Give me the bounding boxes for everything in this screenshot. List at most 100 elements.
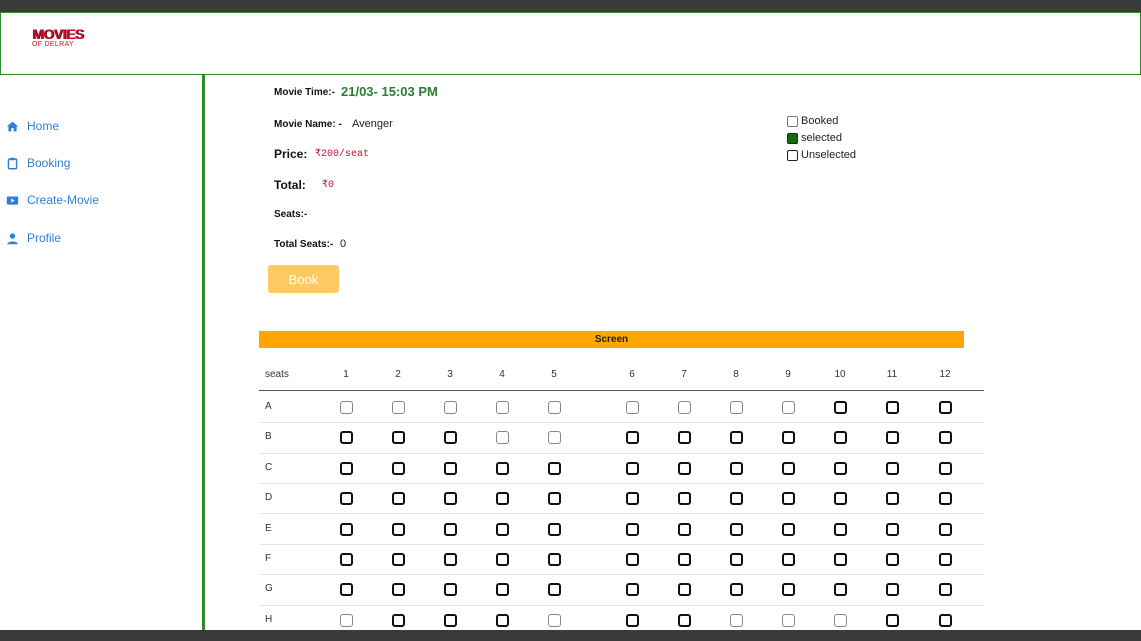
seat-checkbox-booked xyxy=(548,614,561,627)
seat-checkbox[interactable] xyxy=(782,523,795,536)
movie-time-label: Movie Time:- xyxy=(274,87,335,98)
seat-checkbox[interactable] xyxy=(678,462,691,475)
seat-checkbox[interactable] xyxy=(678,583,691,596)
seat-checkbox[interactable] xyxy=(782,583,795,596)
seat-checkbox[interactable] xyxy=(626,583,639,596)
seat-checkbox[interactable] xyxy=(678,553,691,566)
seats-column-header: seats xyxy=(265,369,289,380)
sidebar-item-label: Profile xyxy=(27,231,62,245)
seat-checkbox[interactable] xyxy=(444,553,457,566)
seat-checkbox[interactable] xyxy=(886,462,899,475)
seat-checkbox[interactable] xyxy=(939,523,952,536)
seat-checkbox-booked xyxy=(626,401,639,414)
seat-checkbox[interactable] xyxy=(834,492,847,505)
seat-checkbox[interactable] xyxy=(392,553,405,566)
seat-checkbox[interactable] xyxy=(626,523,639,536)
seat-checkbox[interactable] xyxy=(444,492,457,505)
seat-checkbox[interactable] xyxy=(496,492,509,505)
seat-checkbox[interactable] xyxy=(939,401,952,414)
seat-checkbox[interactable] xyxy=(678,614,691,627)
legend-booked-swatch xyxy=(787,115,798,127)
seat-checkbox[interactable] xyxy=(496,462,509,475)
seat-checkbox[interactable] xyxy=(886,431,899,444)
seat-checkbox[interactable] xyxy=(782,553,795,566)
seat-checkbox[interactable] xyxy=(444,523,457,536)
seat-checkbox[interactable] xyxy=(626,462,639,475)
seat-checkbox[interactable] xyxy=(444,614,457,627)
seat-checkbox[interactable] xyxy=(548,523,561,536)
seat-checkbox[interactable] xyxy=(834,523,847,536)
seat-checkbox[interactable] xyxy=(340,431,353,444)
seat-checkbox[interactable] xyxy=(444,431,457,444)
seat-checkbox[interactable] xyxy=(939,492,952,505)
seat-checkbox[interactable] xyxy=(626,492,639,505)
seat-checkbox[interactable] xyxy=(496,523,509,536)
seat-checkbox[interactable] xyxy=(886,401,899,414)
movie-time-value: 21/03- 15:03 PM xyxy=(341,84,438,99)
seat-checkbox[interactable] xyxy=(626,431,639,444)
seat-checkbox[interactable] xyxy=(886,583,899,596)
seat-checkbox[interactable] xyxy=(939,583,952,596)
seat-checkbox[interactable] xyxy=(548,492,561,505)
seat-checkbox[interactable] xyxy=(340,492,353,505)
seat-checkbox[interactable] xyxy=(834,553,847,566)
seat-checkbox[interactable] xyxy=(392,523,405,536)
seat-checkbox-booked xyxy=(834,614,847,627)
seat-checkbox[interactable] xyxy=(548,553,561,566)
row-divider xyxy=(259,574,984,575)
seat-checkbox[interactable] xyxy=(782,492,795,505)
seat-checkbox[interactable] xyxy=(392,583,405,596)
row-divider xyxy=(259,544,984,545)
seat-checkbox[interactable] xyxy=(496,614,509,627)
sidebar-item-profile[interactable]: Profile xyxy=(6,231,61,245)
seat-checkbox[interactable] xyxy=(939,431,952,444)
seat-checkbox[interactable] xyxy=(730,492,743,505)
seat-checkbox[interactable] xyxy=(340,553,353,566)
seat-checkbox[interactable] xyxy=(939,614,952,627)
seat-checkbox[interactable] xyxy=(939,553,952,566)
seat-checkbox[interactable] xyxy=(340,523,353,536)
seat-checkbox[interactable] xyxy=(392,462,405,475)
seat-checkbox[interactable] xyxy=(340,462,353,475)
seat-checkbox[interactable] xyxy=(392,431,405,444)
seat-checkbox[interactable] xyxy=(392,492,405,505)
seat-checkbox[interactable] xyxy=(834,431,847,444)
seat-checkbox[interactable] xyxy=(626,553,639,566)
book-button[interactable]: Book xyxy=(268,265,339,293)
seat-checkbox[interactable] xyxy=(548,583,561,596)
seat-checkbox[interactable] xyxy=(886,553,899,566)
seat-checkbox[interactable] xyxy=(678,492,691,505)
seat-checkbox[interactable] xyxy=(730,431,743,444)
brand-logo-line1: MOVIES xyxy=(32,26,84,42)
brand-logo[interactable]: MOVIES OF DELRAY xyxy=(32,27,84,51)
seat-checkbox[interactable] xyxy=(340,583,353,596)
seat-checkbox[interactable] xyxy=(444,462,457,475)
seat-checkbox[interactable] xyxy=(392,614,405,627)
seat-checkbox[interactable] xyxy=(678,523,691,536)
seat-checkbox[interactable] xyxy=(496,583,509,596)
seat-checkbox[interactable] xyxy=(834,583,847,596)
seat-checkbox[interactable] xyxy=(730,553,743,566)
seat-checkbox[interactable] xyxy=(444,583,457,596)
sidebar-item-home[interactable]: Home xyxy=(6,119,59,133)
seat-checkbox[interactable] xyxy=(730,583,743,596)
seat-checkbox[interactable] xyxy=(730,462,743,475)
seat-checkbox[interactable] xyxy=(782,431,795,444)
column-header: 2 xyxy=(395,369,401,380)
seat-checkbox[interactable] xyxy=(886,523,899,536)
legend-unselected: Unselected xyxy=(787,149,856,161)
seat-checkbox[interactable] xyxy=(939,462,952,475)
seat-checkbox[interactable] xyxy=(496,553,509,566)
seat-checkbox[interactable] xyxy=(626,614,639,627)
seat-checkbox[interactable] xyxy=(834,401,847,414)
seat-checkbox[interactable] xyxy=(886,492,899,505)
seat-checkbox[interactable] xyxy=(886,614,899,627)
seat-checkbox[interactable] xyxy=(730,523,743,536)
sidebar-item-booking[interactable]: Booking xyxy=(6,156,70,170)
seat-checkbox[interactable] xyxy=(678,431,691,444)
sidebar-item-create-movie[interactable]: Create-Movie xyxy=(6,193,99,207)
seat-checkbox[interactable] xyxy=(834,462,847,475)
seat-checkbox[interactable] xyxy=(782,462,795,475)
legend-booked: Booked xyxy=(787,115,838,127)
seat-checkbox[interactable] xyxy=(548,462,561,475)
